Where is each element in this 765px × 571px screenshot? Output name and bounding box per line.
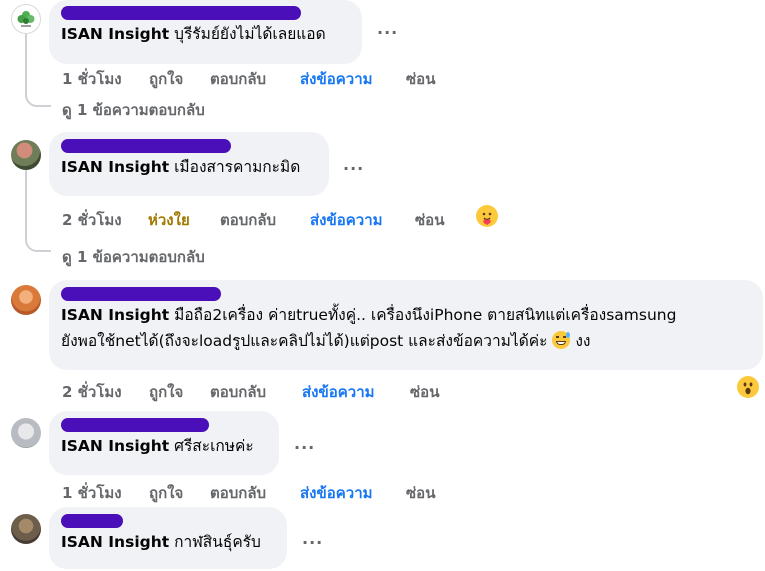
comment-text: ISAN Insight บุรีรัมย์ยังไม่ได้เลยแอด bbox=[61, 25, 326, 43]
view-replies-link[interactable]: ดู 1 ข้อความตอบกลับ bbox=[62, 98, 205, 122]
more-options-button[interactable]: ... bbox=[343, 155, 364, 174]
thread-curve bbox=[25, 93, 51, 107]
send-message-button[interactable]: ส่งข้อความ bbox=[302, 380, 410, 404]
like-button[interactable]: ถูกใจ bbox=[149, 481, 210, 505]
grinning-sweat-emoji-icon bbox=[552, 331, 571, 349]
thread-curve bbox=[25, 238, 51, 252]
redacted-author-name bbox=[61, 418, 209, 432]
redacted-author-name bbox=[61, 6, 301, 20]
avatar[interactable] bbox=[11, 285, 41, 315]
view-replies-link[interactable]: ดู 1 ข้อความตอบกลับ bbox=[62, 245, 205, 269]
timestamp[interactable]: 2 ชั่วโมง bbox=[62, 380, 149, 404]
more-options-button[interactable]: ... bbox=[302, 529, 323, 548]
comment-actions: 1 ชั่วโมง ถูกใจ ตอบกลับ ส่งข้อความ ซ่อน bbox=[62, 67, 435, 91]
comment-actions: 2 ชั่วโมง ห่วงใย ตอบกลับ ส่งข้อความ ซ่อน bbox=[62, 208, 444, 232]
send-message-button[interactable]: ส่งข้อความ bbox=[300, 481, 406, 505]
care-reaction-button[interactable]: ห่วงใย bbox=[148, 208, 220, 232]
thread-line bbox=[25, 34, 27, 96]
comment-bubble: ISAN Insight บุรีรัมย์ยังไม่ได้เลยแอด bbox=[49, 0, 362, 64]
timestamp[interactable]: 1 ชั่วโมง bbox=[62, 481, 149, 505]
comment-text: ISAN Insight กาฬสินธุ์ครับ bbox=[61, 533, 261, 551]
comment-text-line2: ยังพอใช้netได้(ถึงจะloadรูปและคลิปไม่ได้… bbox=[61, 331, 591, 350]
like-button[interactable]: ถูกใจ bbox=[149, 380, 210, 404]
like-button[interactable]: ถูกใจ bbox=[149, 67, 210, 91]
reply-button[interactable]: ตอบกลับ bbox=[210, 481, 300, 505]
tagged-page-name[interactable]: ISAN Insight bbox=[61, 437, 169, 455]
send-message-button[interactable]: ส่งข้อความ bbox=[300, 67, 406, 91]
hide-button[interactable]: ซ่อน bbox=[415, 208, 444, 232]
comment-text: ISAN Insight ศรีสะเกษค่ะ bbox=[61, 437, 254, 455]
redacted-author-name bbox=[61, 139, 231, 153]
reply-button[interactable]: ตอบกลับ bbox=[210, 380, 302, 404]
comment-bubble: ISAN Insight กาฬสินธุ์ครับ bbox=[49, 507, 287, 569]
reply-button[interactable]: ตอบกลับ bbox=[220, 208, 310, 232]
tagged-page-name[interactable]: ISAN Insight bbox=[61, 25, 169, 43]
comment-actions: 2 ชั่วโมง ถูกใจ ตอบกลับ ส่งข้อความ ซ่อน bbox=[62, 380, 439, 404]
wow-icon[interactable] bbox=[737, 376, 759, 398]
avatar[interactable] bbox=[11, 140, 41, 170]
thread-line bbox=[25, 170, 27, 240]
comment-bubble: ISAN Insight มือถือ2เครื่อง ค่ายtrueทั้ง… bbox=[49, 280, 763, 370]
avatar[interactable] bbox=[11, 4, 41, 34]
hide-button[interactable]: ซ่อน bbox=[406, 481, 435, 505]
comment-text: ISAN Insight มือถือ2เครื่อง ค่ายtrueทั้ง… bbox=[61, 306, 677, 324]
more-options-button[interactable]: ... bbox=[377, 19, 398, 38]
comment-bubble: ISAN Insight ศรีสะเกษค่ะ bbox=[49, 411, 279, 475]
hide-button[interactable]: ซ่อน bbox=[406, 67, 435, 91]
avatar[interactable] bbox=[11, 418, 41, 448]
tagged-page-name[interactable]: ISAN Insight bbox=[61, 158, 169, 176]
leaf-logo-icon bbox=[17, 11, 35, 27]
more-options-button[interactable]: ... bbox=[294, 434, 315, 453]
redacted-author-name bbox=[61, 287, 221, 301]
comment-actions: 1 ชั่วโมง ถูกใจ ตอบกลับ ส่งข้อความ ซ่อน bbox=[62, 481, 435, 505]
avatar[interactable] bbox=[11, 514, 41, 544]
reply-button[interactable]: ตอบกลับ bbox=[210, 67, 300, 91]
send-message-button[interactable]: ส่งข้อความ bbox=[310, 208, 415, 232]
timestamp[interactable]: 1 ชั่วโมง bbox=[62, 67, 149, 91]
tagged-page-name[interactable]: ISAN Insight bbox=[61, 533, 169, 551]
care-icon[interactable] bbox=[476, 205, 498, 227]
hide-button[interactable]: ซ่อน bbox=[410, 380, 439, 404]
timestamp[interactable]: 2 ชั่วโมง bbox=[62, 208, 148, 232]
comment-bubble: ISAN Insight เมืองสารคามกะมิด bbox=[49, 132, 329, 196]
comment-text: ISAN Insight เมืองสารคามกะมิด bbox=[61, 158, 301, 176]
tagged-page-name[interactable]: ISAN Insight bbox=[61, 306, 169, 324]
redacted-author-name bbox=[61, 514, 123, 528]
